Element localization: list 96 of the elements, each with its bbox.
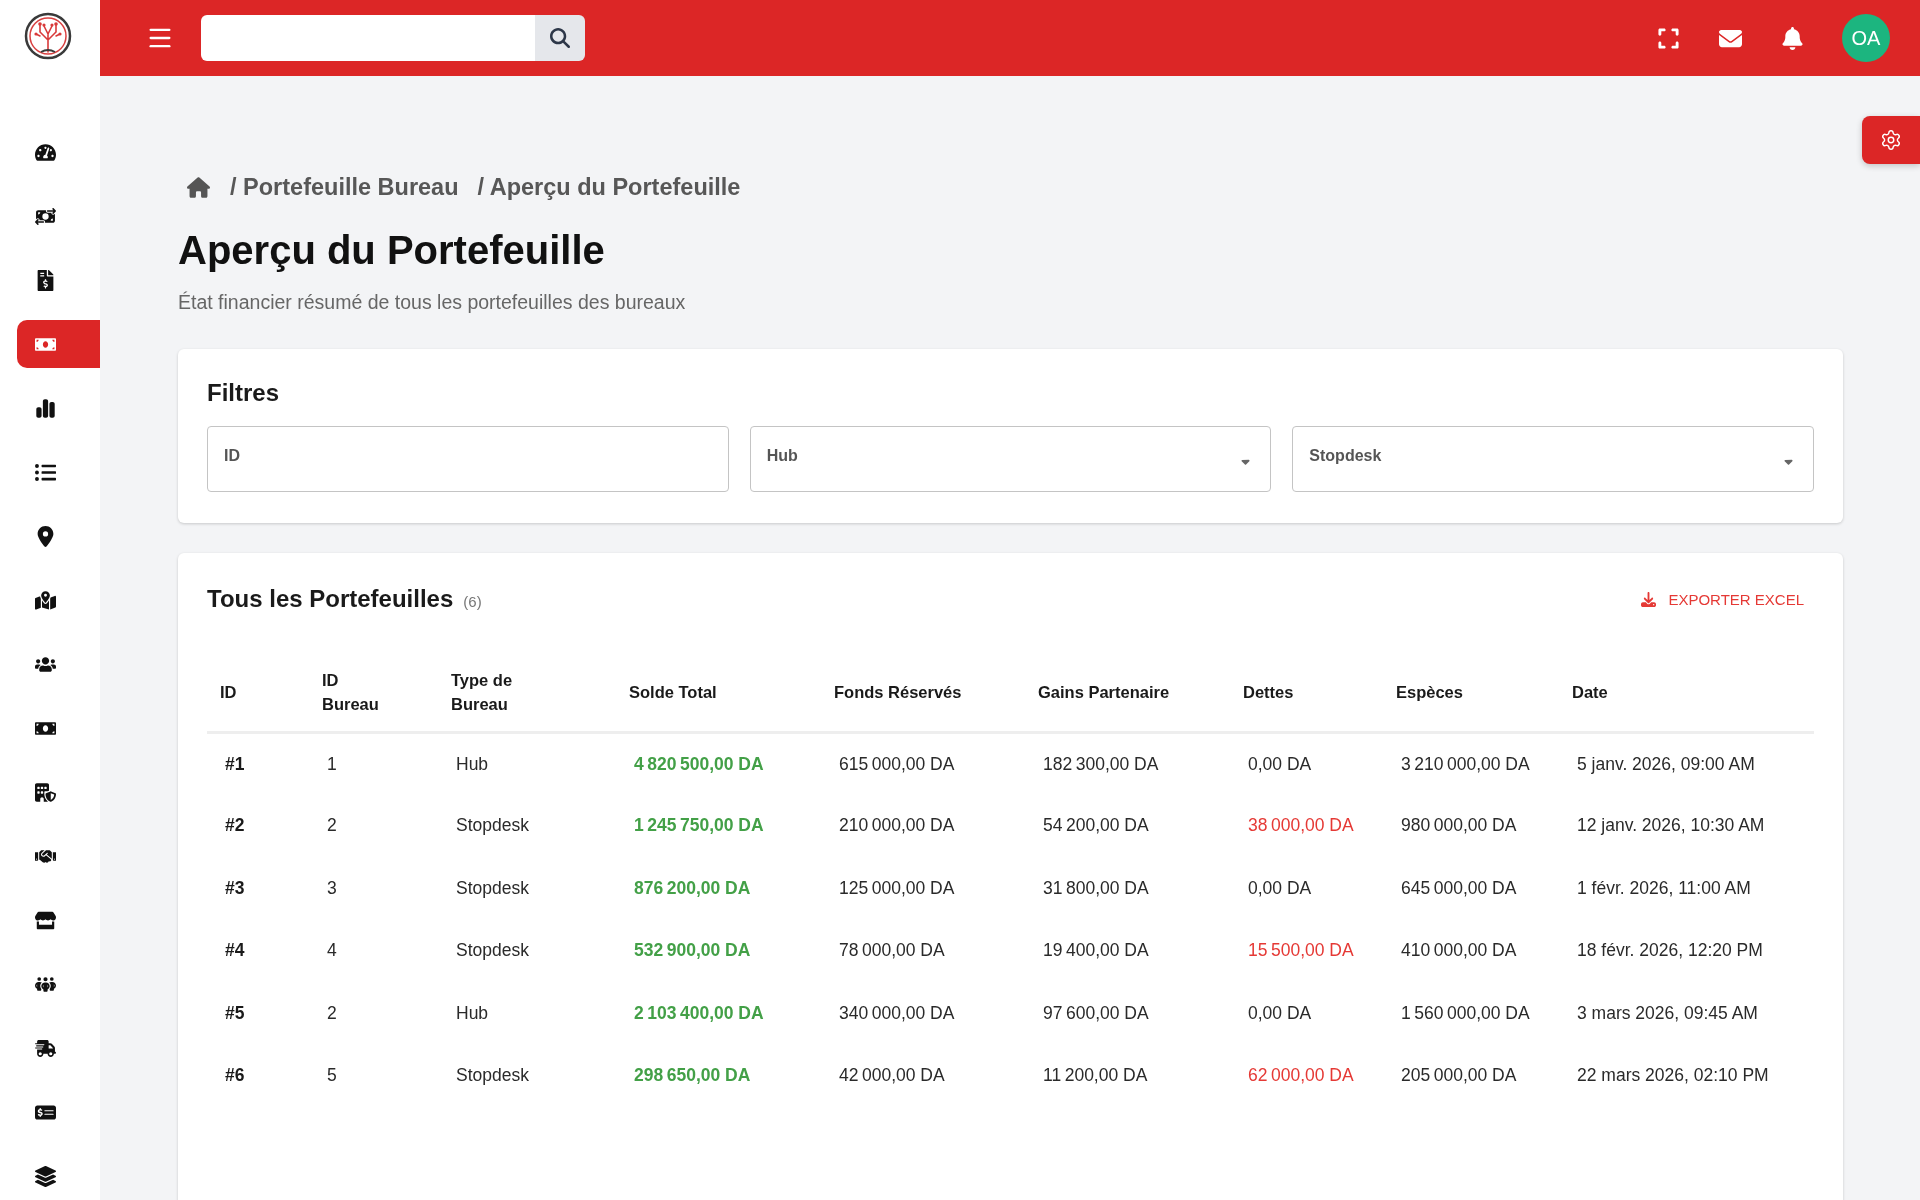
home-link[interactable] xyxy=(187,176,210,198)
table-cell: 0,00 DA xyxy=(1230,732,1383,795)
wallets-count: (6) xyxy=(463,593,482,610)
gauge-icon xyxy=(35,141,56,163)
fullscreen-icon xyxy=(1656,26,1680,50)
table-cell-text: #4 xyxy=(224,939,246,963)
export-excel-button[interactable]: EXPORTER EXCEL xyxy=(1633,584,1812,614)
table-cell: 1 xyxy=(309,732,438,795)
filter-select[interactable]: Hub xyxy=(749,426,1272,492)
table-cell-text: 0,00 DA xyxy=(1247,876,1313,900)
table-cell: 5 janv. 2026, 09:00 AM xyxy=(1559,732,1814,795)
table-cell-text: #2 xyxy=(224,814,246,838)
column-header: Gains Partenaire xyxy=(1038,682,1170,704)
layers-icon xyxy=(35,1165,56,1187)
bar-chart-icon xyxy=(35,397,56,419)
table-cell-text: 62 000,00 DA xyxy=(1247,1064,1355,1088)
table-cell-text: 54 200,00 DA xyxy=(1042,814,1150,838)
table-cell-text: 532 900,00 DA xyxy=(633,939,752,963)
column-header: Solde Total xyxy=(629,682,717,704)
column-header: ID xyxy=(220,682,237,704)
tree-logo xyxy=(24,11,72,60)
table-cell-text: 3 mars 2026, 09:45 AM xyxy=(1576,1001,1759,1025)
building-shield-icon xyxy=(35,781,56,803)
table-cell-text: 19 400,00 DA xyxy=(1042,939,1150,963)
table-cell-text: #5 xyxy=(224,1001,246,1025)
table-cell-text: 876 200,00 DA xyxy=(633,876,752,900)
table-cell-text: 5 xyxy=(326,1064,338,1088)
filter-select[interactable]: Stopdesk xyxy=(1292,426,1814,492)
table-cell-text: 3 xyxy=(326,876,338,900)
table-cell-text: 78 000,00 DA xyxy=(838,939,946,963)
search-field[interactable] xyxy=(201,15,535,61)
breadcrumb-link[interactable]: / Aperçu du Portefeuille xyxy=(477,172,741,202)
table-cell-text: 12 janv. 2026, 10:30 AM xyxy=(1576,814,1766,838)
table-cell-text: #3 xyxy=(224,876,246,900)
column-header: Date xyxy=(1572,682,1608,704)
table-cell-text: Stopdesk xyxy=(455,1064,530,1088)
column-header: Dettes xyxy=(1243,682,1294,704)
table-cell-text: 1 245 750,00 DA xyxy=(633,814,765,838)
table-cell-text: Stopdesk xyxy=(455,876,530,900)
table-cell-text: 11 200,00 DA xyxy=(1042,1064,1149,1088)
filters-title: Filtres xyxy=(207,378,281,408)
table-cell: 615 000,00 DA xyxy=(821,732,1025,795)
table-cell-text: Stopdesk xyxy=(455,939,530,963)
wallets-title: Tous les Portefeuilles xyxy=(207,584,454,614)
column-header: Fonds Réservés xyxy=(834,682,962,704)
table-cell-text: #6 xyxy=(224,1064,246,1088)
table-cell-text: Hub xyxy=(455,1001,490,1025)
money-exchange-icon xyxy=(35,205,56,227)
bell-icon xyxy=(1780,26,1804,50)
table-cell-text: 2 103 400,00 DA xyxy=(633,1001,765,1025)
page-title: Aperçu du Portefeuille xyxy=(178,227,606,274)
table-cell-text: 31 800,00 DA xyxy=(1042,876,1150,900)
column-header: Type de Bureau xyxy=(451,670,514,716)
table-cell-text: 97 600,00 DA xyxy=(1042,1001,1150,1025)
table-cell-text: 1 560 000,00 DA xyxy=(1400,1001,1531,1025)
table-cell-text: 2 xyxy=(326,1001,338,1025)
table-cell: 3 210 000,00 DA xyxy=(1383,732,1559,795)
table-cell-text: 38 000,00 DA xyxy=(1247,814,1355,838)
search-button[interactable] xyxy=(535,15,585,61)
search-icon xyxy=(550,28,570,48)
table-cell-text: 18 févr. 2026, 12:20 PM xyxy=(1576,939,1764,963)
table-cell: Hub xyxy=(438,732,616,795)
table-cell-text: 42 000,00 DA xyxy=(838,1064,946,1088)
truck-icon xyxy=(35,1037,56,1059)
table-cell-text: 1 févr. 2026, 11:00 AM xyxy=(1576,876,1752,900)
table-cell-text: 340 000,00 DA xyxy=(838,1001,956,1025)
filter-input[interactable]: ID xyxy=(207,426,729,492)
map-icon xyxy=(35,589,56,611)
table-cell-text: Stopdesk xyxy=(455,814,530,838)
table-cell-text: 4 xyxy=(326,939,338,963)
table-cell: #1 xyxy=(207,732,309,795)
breadcrumb-link[interactable]: / Portefeuille Bureau xyxy=(230,172,459,202)
home-icon xyxy=(187,176,210,198)
page-subtitle: État financier résumé de tous les portefeuilles des bureaux xyxy=(178,290,687,315)
settings-icon xyxy=(1880,129,1902,151)
store-icon xyxy=(35,909,56,931)
list-icon xyxy=(35,461,56,483)
invoice-icon xyxy=(35,269,56,291)
column-header: Espèces xyxy=(1396,682,1463,704)
table-cell-text: 125 000,00 DA xyxy=(838,876,956,900)
download-icon xyxy=(1641,590,1657,608)
table-cell: 4 820 500,00 DA xyxy=(616,732,821,795)
table-cell-text: 210 000,00 DA xyxy=(838,814,956,838)
table-cell-text: 22 mars 2026, 02:10 PM xyxy=(1576,1064,1770,1088)
table-cell: 182 300,00 DA xyxy=(1025,732,1230,795)
table-cell-text: 645 000,00 DA xyxy=(1400,876,1518,900)
settings-button[interactable] xyxy=(1862,116,1920,164)
table-cell-text: 298 650,00 DA xyxy=(633,1064,752,1088)
table-cell-text: 410 000,00 DA xyxy=(1400,939,1518,963)
table-cell-text: 205 000,00 DA xyxy=(1400,1064,1518,1088)
table-cell-text: 0,00 DA xyxy=(1247,1001,1313,1025)
table-cell-text: 15 500,00 DA xyxy=(1247,939,1355,963)
map-pin-icon xyxy=(35,525,56,547)
column-header: ID Bureau xyxy=(322,670,380,716)
table-cell-text: 2 xyxy=(326,814,338,838)
table-cell-text: 980 000,00 DA xyxy=(1400,814,1518,838)
